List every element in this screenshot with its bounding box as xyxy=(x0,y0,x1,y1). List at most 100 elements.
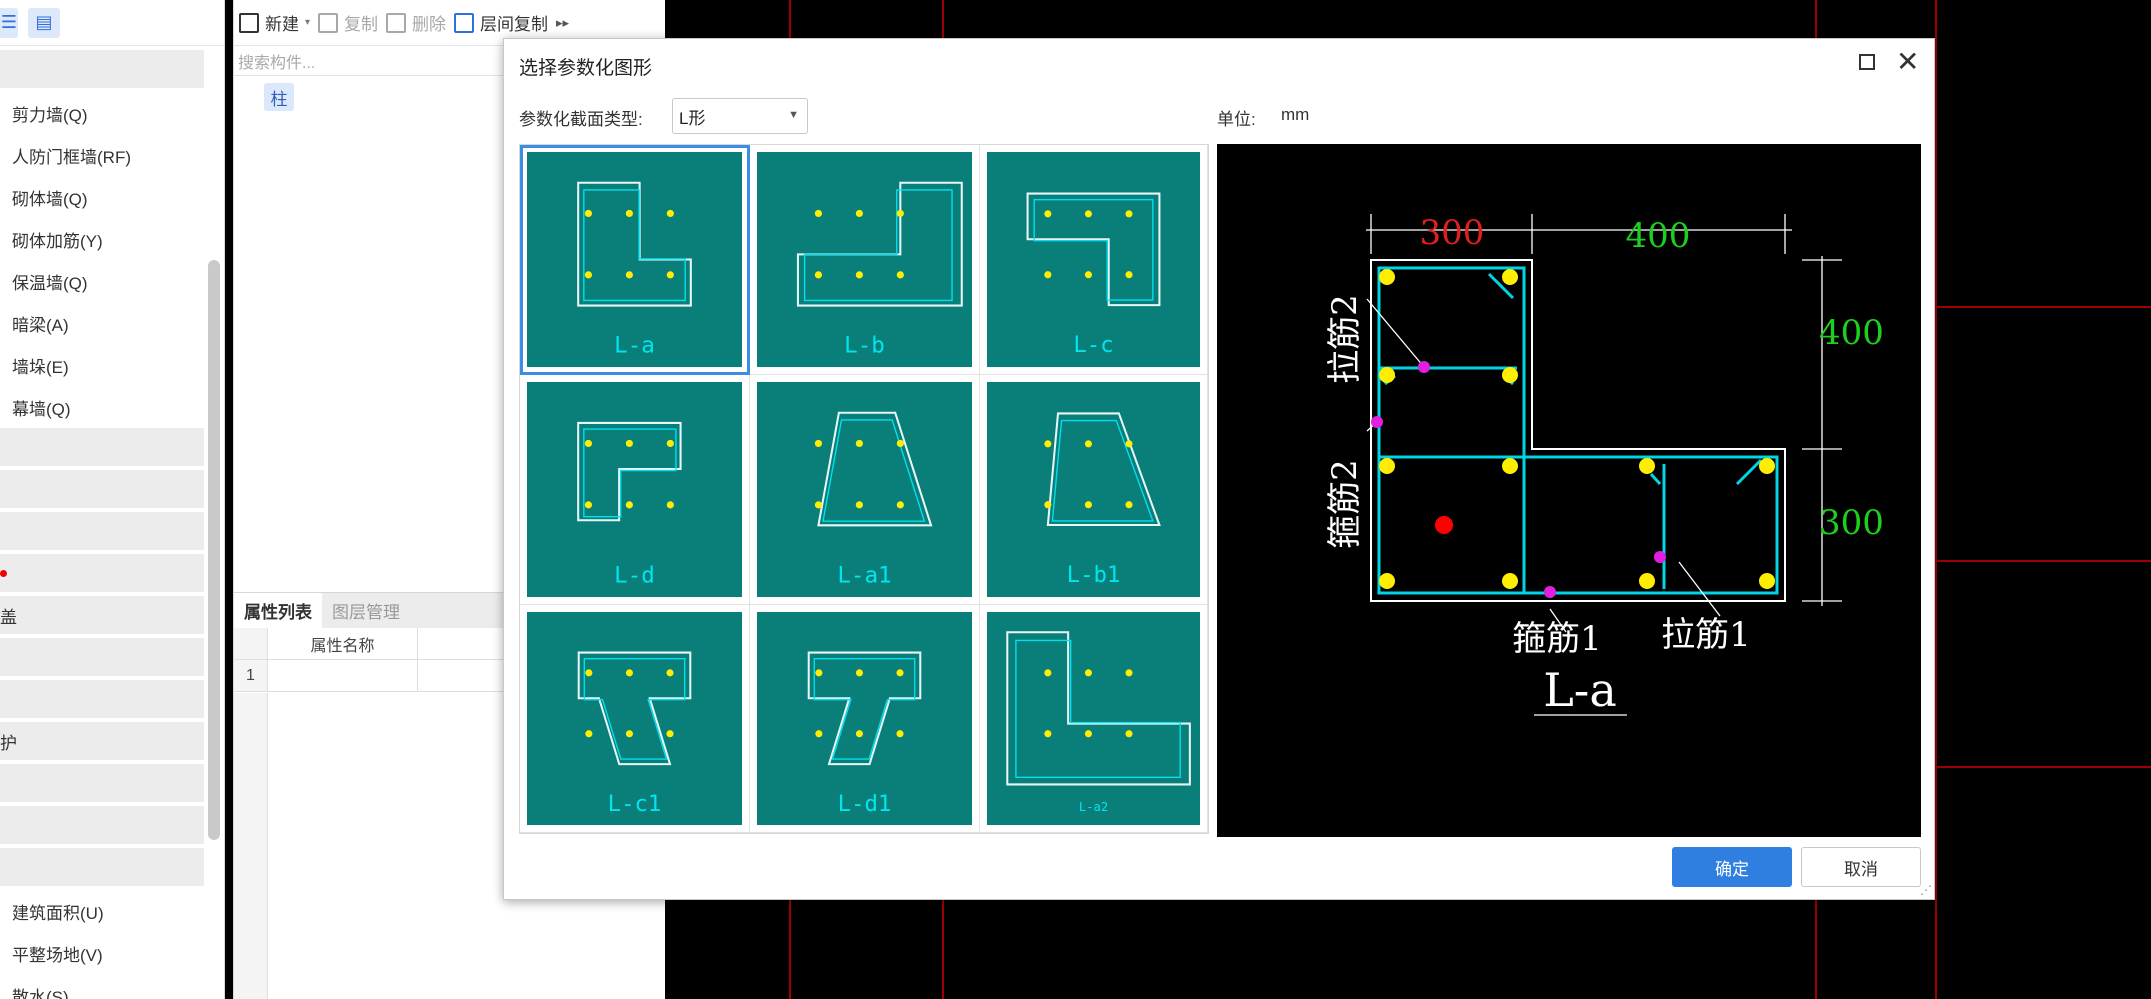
shape-thumbnail[interactable]: L-d xyxy=(520,375,750,605)
unit-value: mm xyxy=(1281,105,1310,124)
tab-property-list[interactable]: 属性列表 xyxy=(234,593,322,628)
section-type-label: 参数化截面类型: xyxy=(519,110,643,129)
tree-item[interactable]: 平整场地(V) xyxy=(0,932,204,974)
section-outline xyxy=(1370,259,1786,602)
new-button[interactable]: 新建 ▾ xyxy=(239,10,310,35)
tree-item[interactable] xyxy=(0,764,204,802)
unit-label: 单位: xyxy=(1217,110,1256,129)
tree-item[interactable] xyxy=(0,848,204,886)
shape-thumbnail[interactable]: L-a1 xyxy=(750,375,980,605)
component-tree-panel: ☰ ▤ 剪力墙(Q) 人防门框墙(RF) 砌体墙(Q) 砌体加筋(Y) 保温墙(Q) 暗梁… xyxy=(0,0,225,999)
tree-item[interactable]: 砌体墙(Q) xyxy=(0,176,204,218)
tree-item-label: 盖 xyxy=(0,607,17,627)
thumbnail-image: L-a2 xyxy=(987,612,1200,825)
list-icon: ☰ xyxy=(0,12,18,32)
dim-top-a: 300 xyxy=(1420,213,1485,253)
thumbnail-label: L-d xyxy=(614,563,655,589)
tree-item[interactable] xyxy=(0,470,204,508)
shape-thumbnail-grid: L-a L-b L-c L-d L-a1 L-b1 L-c1 L-d1 L-a2 xyxy=(519,144,1209,834)
thumbnail-image: L-b xyxy=(757,152,972,367)
maximize-icon[interactable] xyxy=(1859,54,1875,70)
shape-thumbnail[interactable]: L-c1 xyxy=(520,605,750,833)
cad-axis-line xyxy=(1935,766,2151,768)
shape-thumbnail[interactable]: L-d1 xyxy=(750,605,980,833)
detail-view-button[interactable]: ▤ xyxy=(28,7,60,38)
dim-right-c: 400 xyxy=(1819,313,1884,353)
cad-axis-line xyxy=(1935,560,2151,562)
tree-item-label: 散水(S) xyxy=(12,987,69,999)
section-type-value: L形 xyxy=(679,108,706,128)
tree-item[interactable]: 幕墙(Q) xyxy=(0,386,204,428)
tree-item[interactable]: 护 xyxy=(0,722,204,760)
thumbnail-label: L-b xyxy=(844,333,885,359)
copy-button[interactable]: 复制 xyxy=(318,10,378,35)
detail-list-icon: ▤ xyxy=(35,12,53,32)
thumbnail-image: L-b1 xyxy=(987,382,1200,597)
tree-item[interactable]: 剪力墙(Q) xyxy=(0,92,204,134)
component-chip-column[interactable]: 柱 xyxy=(264,83,294,111)
thumbnail-image: L-c1 xyxy=(527,612,742,825)
tree-item[interactable]: 砌体加筋(Y) xyxy=(0,218,204,260)
status-dot xyxy=(0,569,7,577)
more-icon[interactable]: ▸▸ xyxy=(556,15,569,31)
label-tie1: 拉筋1 xyxy=(1661,615,1751,655)
close-icon[interactable]: ✕ xyxy=(1896,45,1919,79)
shape-thumbnail[interactable]: L-b1 xyxy=(980,375,1208,605)
tree-item-label: 砌体加筋(Y) xyxy=(12,231,103,251)
chevron-down-icon: ▼ xyxy=(788,109,799,121)
shape-thumbnail[interactable]: L-c xyxy=(980,145,1208,375)
tree-item-label: 平整场地(V) xyxy=(12,945,103,965)
tree-item-label: 墙垛(E) xyxy=(12,357,69,377)
thumbnail-image: L-a xyxy=(527,152,742,367)
tree-item-label: 建筑面积(U) xyxy=(12,903,104,923)
cancel-button[interactable]: 取消 xyxy=(1801,847,1921,887)
delete-button[interactable]: 删除 xyxy=(386,10,446,35)
tree-item[interactable] xyxy=(0,50,204,88)
tree-toolbar: ☰ ▤ xyxy=(0,0,224,46)
tree-item[interactable] xyxy=(0,806,204,844)
floor-copy-icon xyxy=(454,12,475,33)
shape-thumbnail[interactable]: L-a2 xyxy=(980,605,1208,833)
tree-item[interactable]: 保温墙(Q) xyxy=(0,260,204,302)
dim-top-b: 400 xyxy=(1626,216,1691,256)
shape-preview: 300 400 400 300 拉筋2 箍筋2 箍筋1 拉筋1 L-a xyxy=(1217,144,1921,837)
tree-item[interactable]: 人防门框墙(RF) xyxy=(0,134,204,176)
cad-axis-line xyxy=(1935,0,1937,999)
tree-item[interactable] xyxy=(0,680,204,718)
tree-item[interactable] xyxy=(0,428,204,466)
tree-item[interactable]: 墙垛(E) xyxy=(0,344,204,386)
section-type-select[interactable]: L形 ▼ xyxy=(672,98,808,134)
tree-item[interactable] xyxy=(0,512,204,550)
tree-item-label: 剪力墙(Q) xyxy=(12,105,88,125)
shape-thumbnail[interactable]: L-a xyxy=(520,145,750,375)
tree-scrollbar[interactable] xyxy=(208,260,220,840)
select-parametric-shape-dialog: 选择参数化图形 ✕ 参数化截面类型: L形 ▼ 单位: mm L-a L-b L-c… xyxy=(503,38,1935,900)
list-view-button[interactable]: ☰ xyxy=(0,7,18,38)
thumbnail-label: L-a2 xyxy=(1079,800,1108,814)
thumbnail-image: L-d1 xyxy=(757,612,972,825)
new-file-icon xyxy=(239,12,259,33)
tree-item[interactable]: 盖 xyxy=(0,596,204,634)
shape-thumbnail[interactable]: L-b xyxy=(750,145,980,375)
tree-item-label: 保温墙(Q) xyxy=(12,273,88,293)
row-number: 1 xyxy=(234,660,268,691)
tree-item[interactable]: 暗梁(A) xyxy=(0,302,204,344)
floor-copy-button[interactable]: 层间复制 xyxy=(454,10,548,35)
thumbnail-label: L-a xyxy=(614,333,655,359)
label-stirrup2: 箍筋2 xyxy=(1325,459,1365,549)
ok-button[interactable]: 确定 xyxy=(1672,847,1792,887)
dialog-title: 选择参数化图形 xyxy=(519,58,653,79)
tree-item-label: 砌体墙(Q) xyxy=(12,189,88,209)
tie-markers xyxy=(1371,361,1666,598)
tree-item[interactable] xyxy=(0,554,204,592)
trash-icon xyxy=(386,12,407,33)
tree-item-label: 幕墙(Q) xyxy=(12,399,71,419)
tab-layer-manager[interactable]: 图层管理 xyxy=(322,593,410,628)
tree-item[interactable] xyxy=(0,638,204,676)
tree-item[interactable]: 建筑面积(U) xyxy=(0,890,204,932)
preview-shape-name: L-a xyxy=(1543,663,1617,717)
tree-item[interactable]: 散水(S) xyxy=(0,974,204,999)
resize-grip-icon[interactable]: ⋰ xyxy=(1920,883,1932,897)
dim-right-d: 300 xyxy=(1819,503,1884,543)
centroid-marker xyxy=(1435,516,1453,534)
